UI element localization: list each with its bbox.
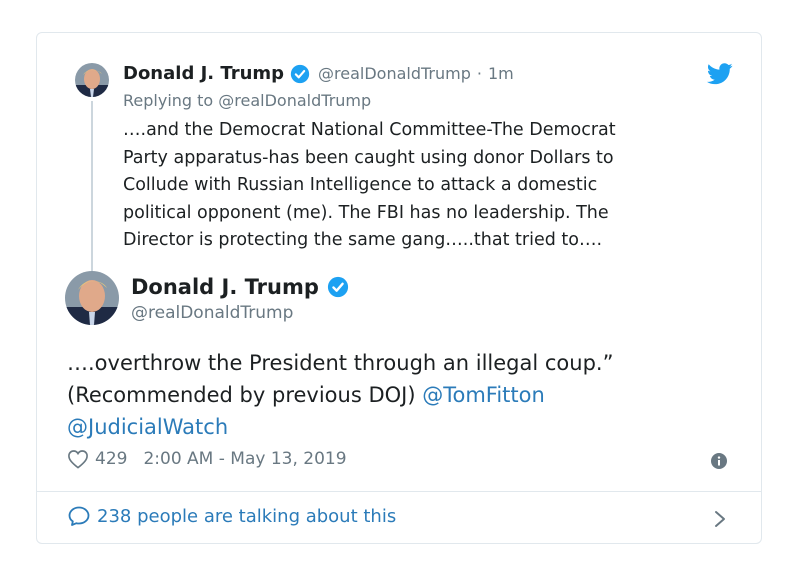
parent-author-handle[interactable]: @realDonaldTrump: [318, 64, 471, 83]
like-count[interactable]: 429: [95, 449, 127, 469]
talking-count-text[interactable]: 238 people are talking about this: [97, 506, 396, 527]
main-tweet-text: ….overthrow the President through an ill…: [67, 347, 727, 443]
parent-tweet-time[interactable]: 1m: [488, 64, 514, 83]
header-separator: ·: [476, 64, 482, 83]
parent-tweet-text: ….and the Democrat National Committee-Th…: [123, 120, 616, 250]
verified-badge-icon: [290, 64, 310, 83]
tweet-meta-row: 429 2:00 AM - May 13, 2019: [67, 449, 347, 469]
chevron-right-icon[interactable]: [713, 509, 727, 529]
footer-divider: [37, 491, 761, 492]
main-tweet-header: Donald J. Trump: [131, 275, 349, 299]
parent-author-avatar[interactable]: [75, 63, 109, 97]
speech-bubble-icon: [68, 506, 90, 526]
replying-to-label[interactable]: Replying to @realDonaldTrump: [123, 91, 371, 110]
heart-icon[interactable]: [67, 449, 89, 469]
parent-author-name[interactable]: Donald J. Trump: [123, 63, 284, 84]
main-author-name[interactable]: Donald J. Trump: [131, 275, 319, 299]
mention-link-tomfitton[interactable]: @TomFitton: [422, 383, 545, 407]
main-author-avatar[interactable]: [65, 271, 119, 325]
verified-badge-icon: [327, 276, 348, 298]
conversation-link[interactable]: 238 people are talking about this: [67, 505, 396, 527]
mention-link-judicialwatch[interactable]: @JudicialWatch: [67, 415, 228, 439]
embedded-tweet-card: Donald J. Trump @realDonaldTrump · 1m Re…: [36, 32, 762, 544]
tweet-timestamp[interactable]: 2:00 AM - May 13, 2019: [143, 449, 346, 469]
parent-tweet-header: Donald J. Trump @realDonaldTrump · 1m: [123, 63, 514, 84]
twitter-bird-icon[interactable]: [707, 63, 733, 85]
main-author-handle[interactable]: @realDonaldTrump: [131, 303, 293, 323]
info-icon[interactable]: [711, 453, 727, 469]
